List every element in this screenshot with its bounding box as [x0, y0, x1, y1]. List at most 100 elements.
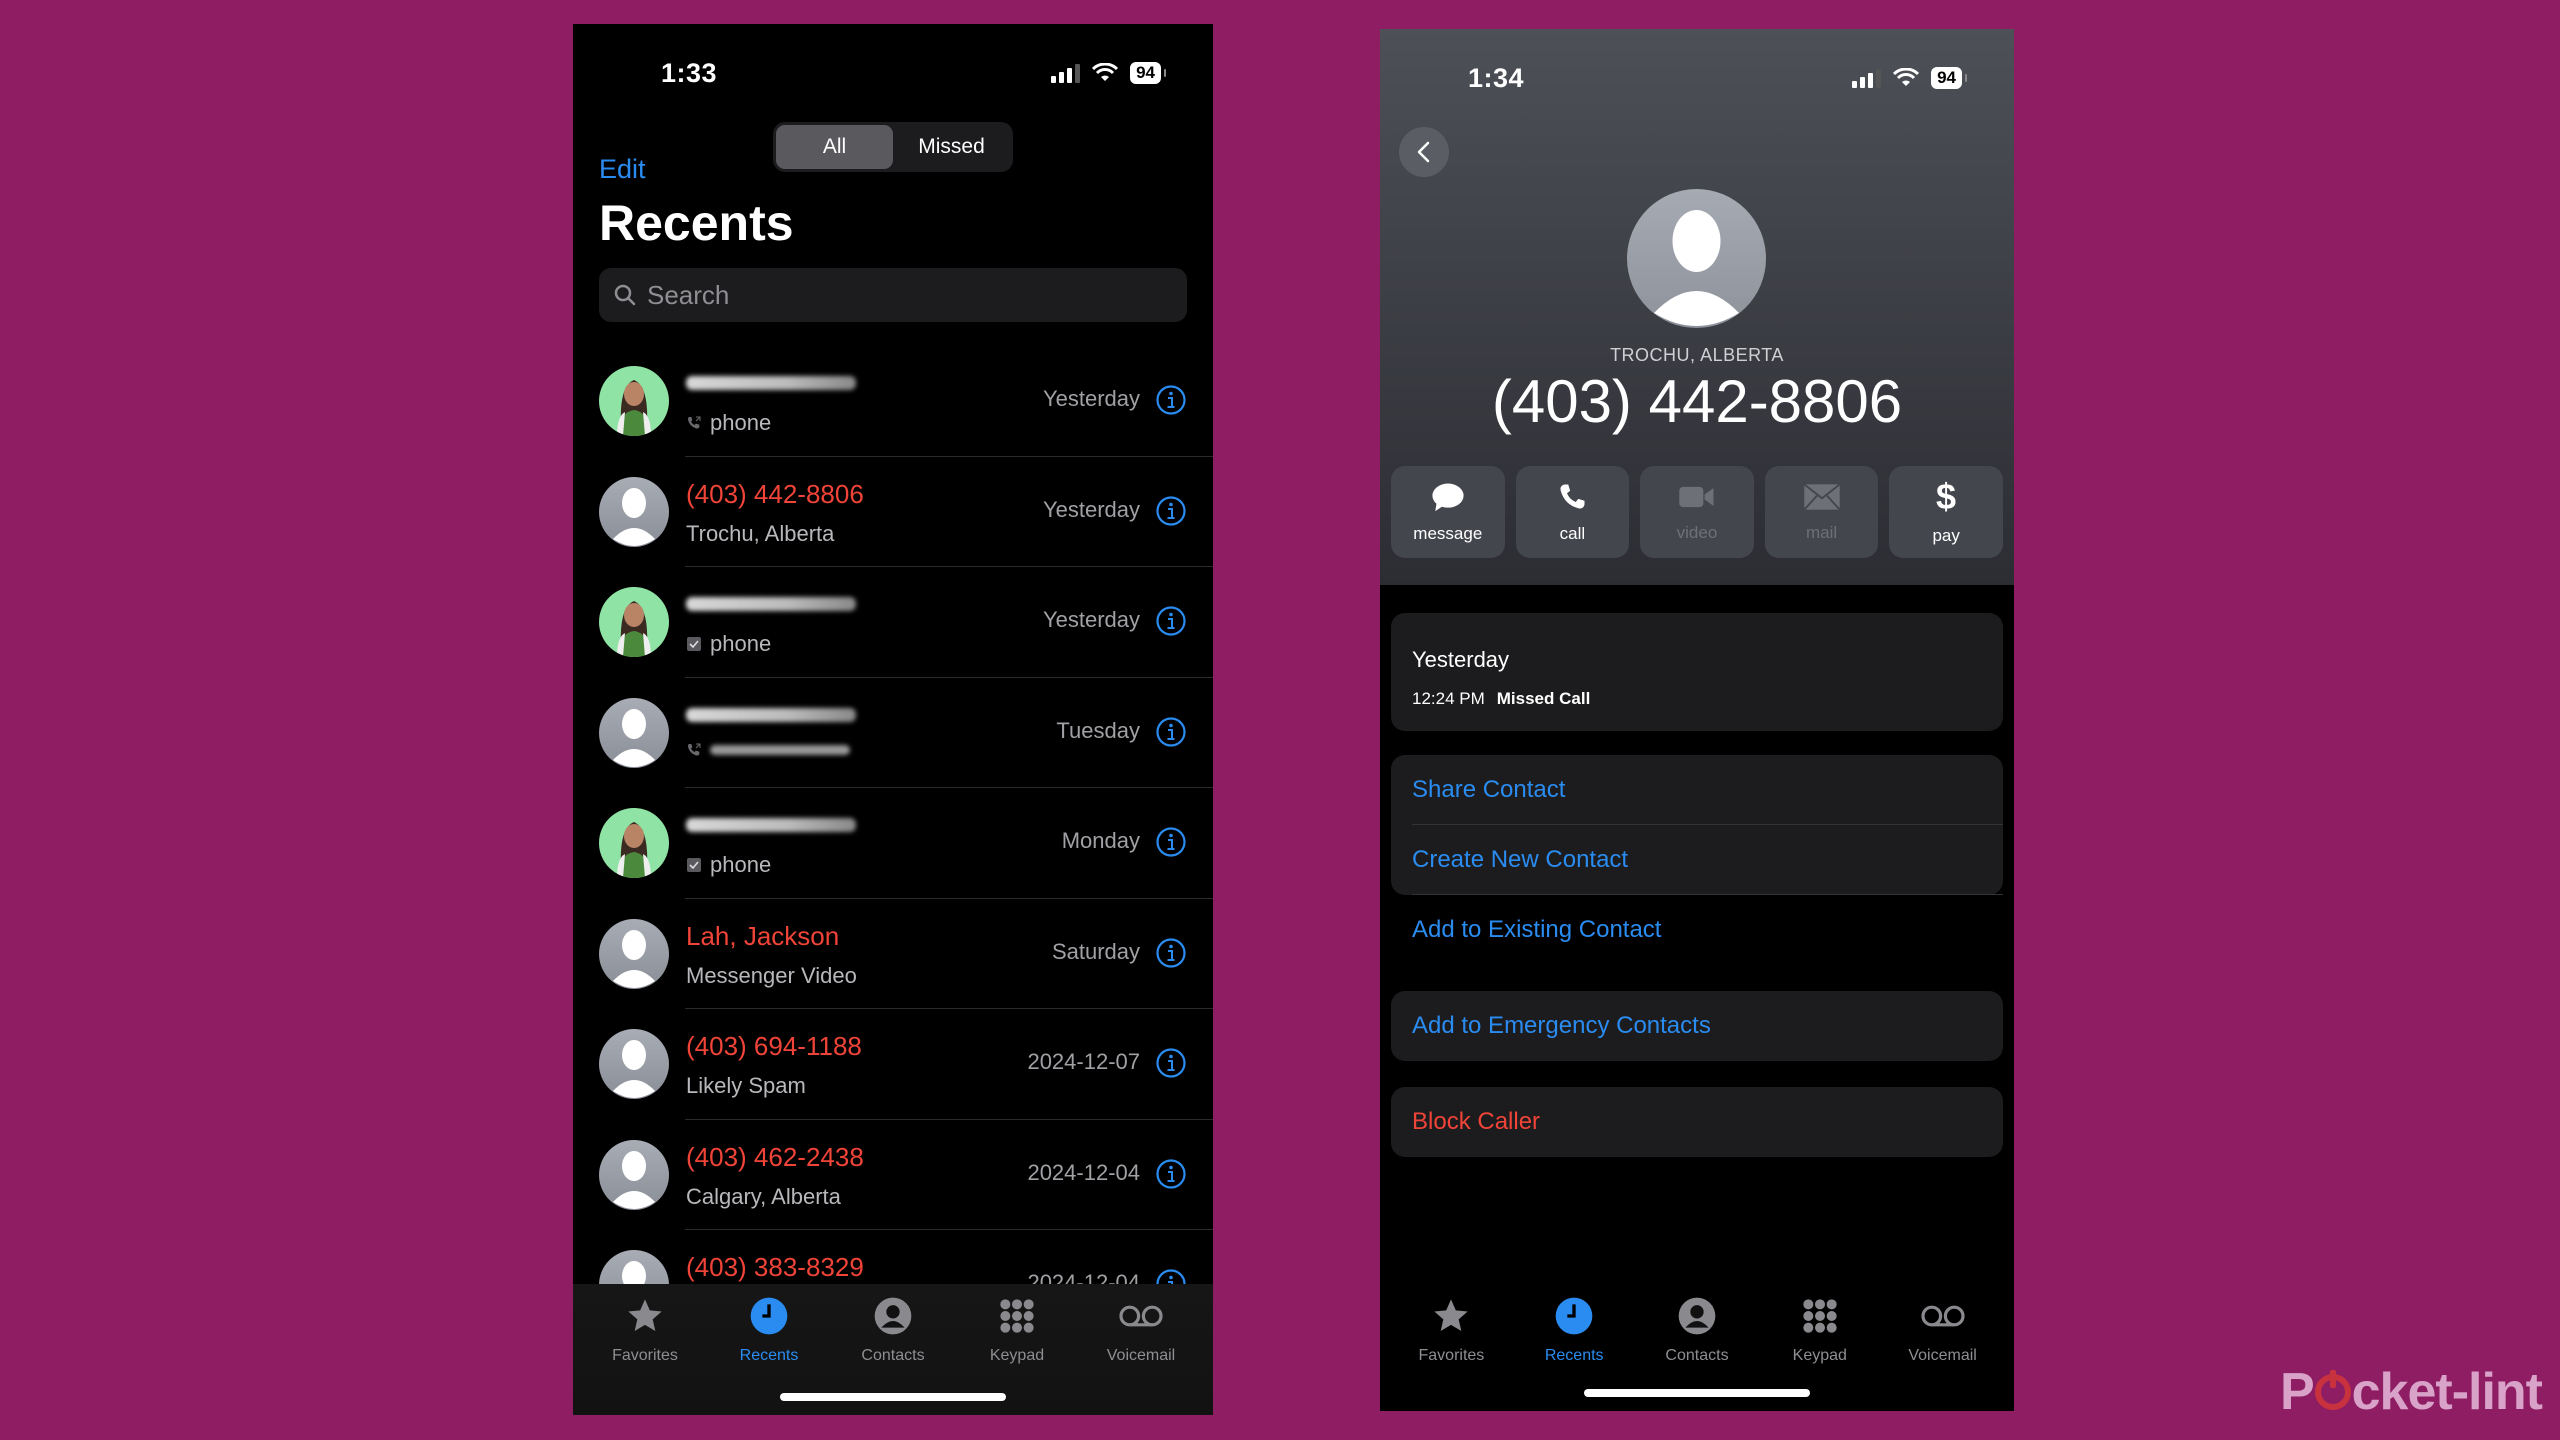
memoji-avatar	[599, 808, 669, 878]
search-placeholder: Search	[647, 279, 730, 310]
segment-all[interactable]: All	[776, 125, 893, 169]
avatar	[599, 1029, 669, 1099]
redacted-name	[686, 818, 856, 832]
call-date: Monday	[1061, 828, 1140, 853]
call-row[interactable]: (403) 694-1188 Likely Spam 2024-12-07	[573, 1009, 1213, 1120]
info-icon[interactable]	[1155, 1158, 1187, 1190]
tab-voicemail[interactable]: Voicemail	[1079, 1284, 1203, 1415]
memoji-avatar	[599, 366, 669, 436]
chevron-left-icon	[1417, 141, 1430, 163]
call-subtitle: Trochu, Alberta	[686, 520, 835, 546]
search-input[interactable]: Search	[599, 268, 1187, 322]
call-row[interactable]: (403) 442-8806 Trochu, Alberta Yesterday	[573, 457, 1213, 567]
call-row[interactable]: (403) 462-2438 Calgary, Alberta 2024-12-…	[573, 1120, 1213, 1230]
info-icon[interactable]	[1155, 495, 1187, 527]
contact-avatar	[1627, 189, 1766, 328]
segment-missed[interactable]: Missed	[893, 125, 1010, 169]
status-time: 1:33	[661, 58, 718, 88]
status-bar: 1:34 94	[1380, 29, 2014, 129]
voicemail-icon	[1117, 1296, 1165, 1341]
person-circle-icon	[1677, 1296, 1717, 1341]
call-subtitle: Likely Spam	[686, 1073, 806, 1098]
tab-label: Contacts	[1665, 1347, 1729, 1364]
message-action-button[interactable]: message	[1391, 466, 1505, 558]
wifi-icon	[1893, 68, 1920, 86]
svg-text:$: $	[1936, 479, 1956, 515]
avatar	[599, 1139, 669, 1210]
home-indicator[interactable]	[1584, 1389, 1810, 1397]
action-label: pay	[1932, 525, 1960, 545]
battery-indicator: 94	[1931, 67, 1967, 89]
caller-location: TROCHU, ALBERTA	[1610, 345, 1784, 365]
phone-icon	[1557, 481, 1587, 518]
tab-label: Recents	[739, 1347, 799, 1364]
action-label: message	[1413, 523, 1483, 543]
cellular-signal-icon	[1852, 68, 1882, 88]
info-icon[interactable]	[1155, 1047, 1187, 1079]
call-name: Lah, Jackson	[686, 920, 840, 951]
checkbox-icon	[687, 858, 701, 872]
video-action-button[interactable]: video	[1640, 466, 1754, 558]
tab-favorites[interactable]: Favorites	[1390, 1284, 1513, 1404]
mail-action-button[interactable]: mail	[1764, 466, 1879, 558]
avatar	[599, 918, 669, 989]
logo-text-prefix: P	[2279, 1363, 2315, 1421]
contact-actions-card: Share Contact Create New Contact Add to …	[1391, 755, 2003, 943]
add-to-existing-contact-button[interactable]: Add to Existing Contact	[1391, 895, 2003, 965]
battery-indicator: 94	[1130, 62, 1166, 84]
avatar	[599, 697, 669, 768]
phone-outgoing-icon	[688, 743, 701, 755]
info-icon[interactable]	[1155, 605, 1187, 637]
block-card: Block Caller	[1391, 1087, 2003, 1157]
home-indicator[interactable]	[780, 1393, 1006, 1401]
info-icon[interactable]	[1155, 384, 1187, 416]
action-label: video	[1676, 522, 1718, 542]
call-date: Tuesday	[1056, 717, 1140, 743]
info-icon[interactable]	[1155, 716, 1187, 748]
clock-icon	[749, 1296, 789, 1341]
call-subtitle: Calgary, Alberta	[686, 1183, 841, 1209]
logo-text-suffix: cket-lint	[2351, 1363, 2543, 1421]
call-subtitle: Messenger Video	[686, 962, 857, 988]
call-row[interactable]: Lah, Jackson Messenger Video Saturday	[573, 899, 1213, 1009]
call-row[interactable]: phone Monday	[573, 788, 1213, 899]
tab-keypad[interactable]: Keypad	[1758, 1284, 1881, 1404]
call-row[interactable]: phone Yesterday	[573, 346, 1213, 457]
history-time: 12:24 PM	[1412, 689, 1485, 708]
block-caller-button[interactable]: Block Caller	[1391, 1087, 2003, 1157]
pay-action-button[interactable]: $ pay	[1889, 466, 2003, 558]
tab-label: Voicemail	[1106, 1347, 1176, 1364]
edit-button[interactable]: Edit	[599, 154, 646, 185]
action-label: call	[1559, 523, 1586, 543]
call-list: phone Yesterday (403) 442-8806 Trochu, A…	[573, 346, 1213, 1341]
wifi-icon	[1092, 63, 1119, 81]
call-history-card: Yesterday 12:24 PM Missed Call	[1391, 613, 2003, 731]
video-camera-icon	[1678, 482, 1716, 517]
cellular-signal-icon	[1051, 63, 1081, 83]
memoji-avatar	[599, 587, 669, 657]
call-name: (403) 383-8329	[686, 1252, 864, 1282]
tab-label: Keypad	[989, 1347, 1045, 1364]
tab-label: Contacts	[861, 1347, 925, 1364]
share-contact-button[interactable]: Share Contact	[1391, 755, 2003, 825]
filter-segmented-control: All Missed	[773, 122, 1013, 172]
status-time: 1:34	[1468, 63, 1525, 93]
create-new-contact-button[interactable]: Create New Contact	[1391, 825, 2003, 895]
search-icon	[614, 284, 636, 306]
call-row[interactable]: Tuesday	[573, 678, 1213, 788]
tab-recents[interactable]: Recents	[1513, 1284, 1636, 1404]
tab-contacts[interactable]: Contacts	[1636, 1284, 1759, 1404]
keypad-icon	[997, 1296, 1037, 1341]
person-circle-icon	[873, 1296, 913, 1341]
tab-favorites[interactable]: Favorites	[583, 1284, 707, 1415]
tab-voicemail[interactable]: Voicemail	[1881, 1284, 2004, 1404]
info-icon[interactable]	[1155, 826, 1187, 858]
message-bubble-icon	[1431, 481, 1465, 518]
redacted-name	[686, 376, 856, 390]
star-icon	[1431, 1296, 1471, 1341]
call-action-button[interactable]: call	[1515, 466, 1630, 558]
back-button[interactable]	[1399, 127, 1449, 177]
add-emergency-contact-button[interactable]: Add to Emergency Contacts	[1391, 991, 2003, 1061]
info-icon[interactable]	[1155, 937, 1187, 969]
call-row[interactable]: phone Yesterday	[573, 567, 1213, 678]
